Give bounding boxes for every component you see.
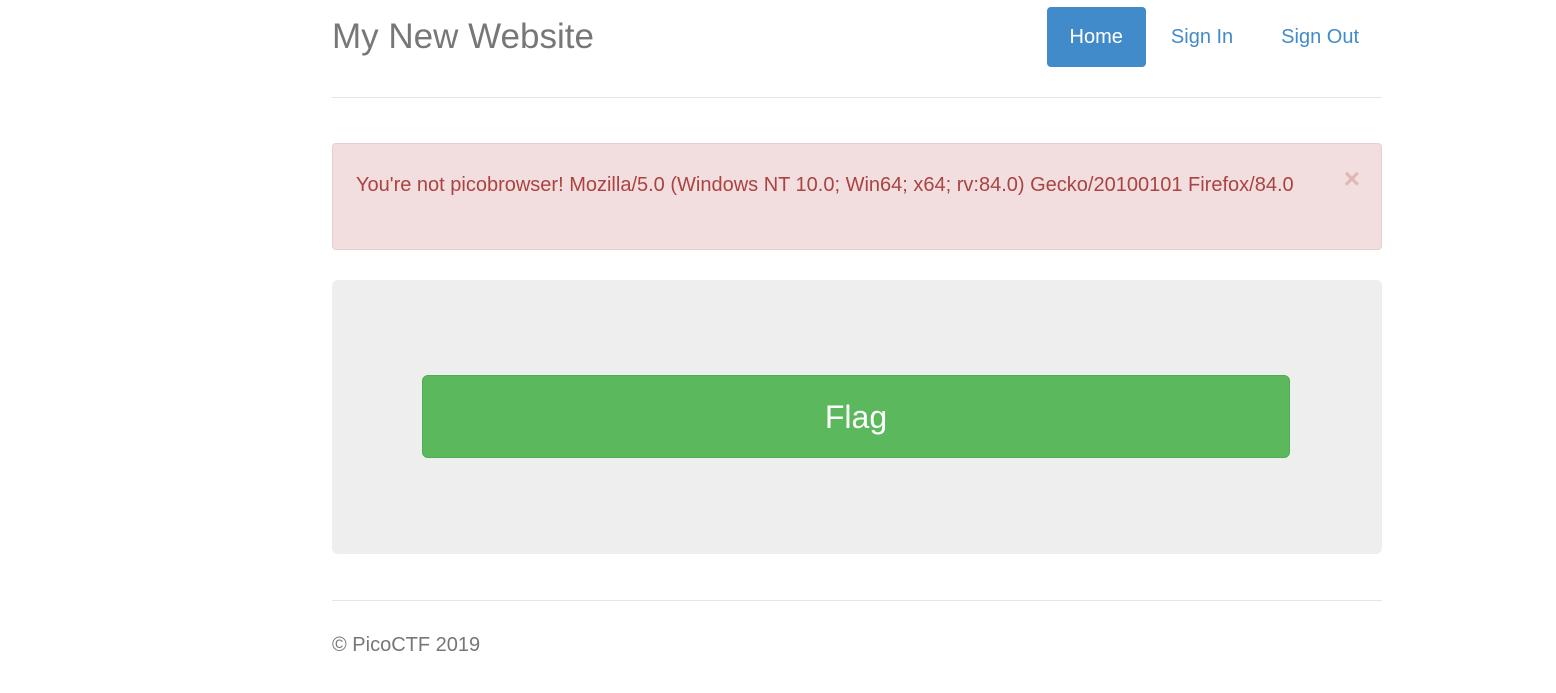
error-alert: You're not picobrowser! Mozilla/5.0 (Win… [332, 143, 1382, 250]
footer: © PicoCTF 2019 [332, 600, 1382, 656]
nav-sign-in-link[interactable]: Sign In [1148, 7, 1256, 67]
close-icon[interactable]: × [1344, 164, 1360, 194]
footer-copyright: © PicoCTF 2019 [332, 634, 481, 656]
header: My New Website Home Sign In Sign Out [332, 0, 1382, 98]
jumbotron: Flag [332, 280, 1382, 554]
alert-message: You're not picobrowser! Mozilla/5.0 (Win… [356, 174, 1294, 196]
nav-sign-out-link[interactable]: Sign Out [1258, 7, 1382, 67]
nav-menu: Home Sign In Sign Out [1045, 7, 1382, 67]
nav-home-link[interactable]: Home [1046, 7, 1146, 67]
site-title: My New Website [332, 17, 594, 56]
page-container: My New Website Home Sign In Sign Out You… [332, 0, 1382, 656]
flag-button[interactable]: Flag [422, 375, 1290, 458]
